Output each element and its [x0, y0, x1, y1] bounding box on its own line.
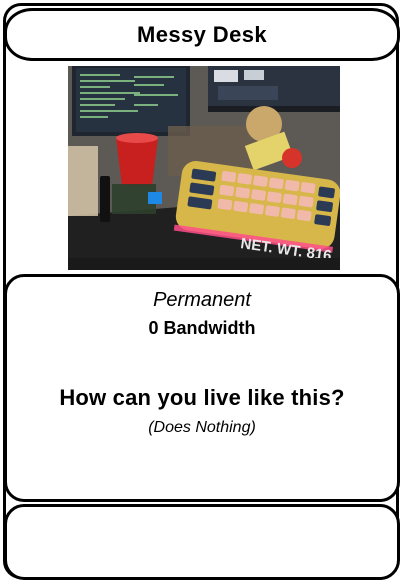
- rules-text-box: Permanent 0 Bandwidth How can you live l…: [4, 274, 400, 502]
- game-card: Messy Desk NET. WT. 816 Permanent 0 Band…: [0, 0, 405, 585]
- messy-desk-art: NET. WT. 816: [68, 66, 340, 270]
- card-type: Permanent: [153, 289, 251, 311]
- effect-text: (Does Nothing): [148, 419, 256, 436]
- card-cost: 0 Bandwidth: [148, 318, 256, 338]
- flavor-text: How can you live like this?: [59, 385, 345, 410]
- card-art: NET. WT. 816: [68, 66, 340, 270]
- card-title: Messy Desk: [137, 21, 267, 47]
- red-cup: [116, 138, 158, 186]
- bottom-box: [4, 504, 400, 580]
- title-bar: Messy Desk: [4, 8, 400, 61]
